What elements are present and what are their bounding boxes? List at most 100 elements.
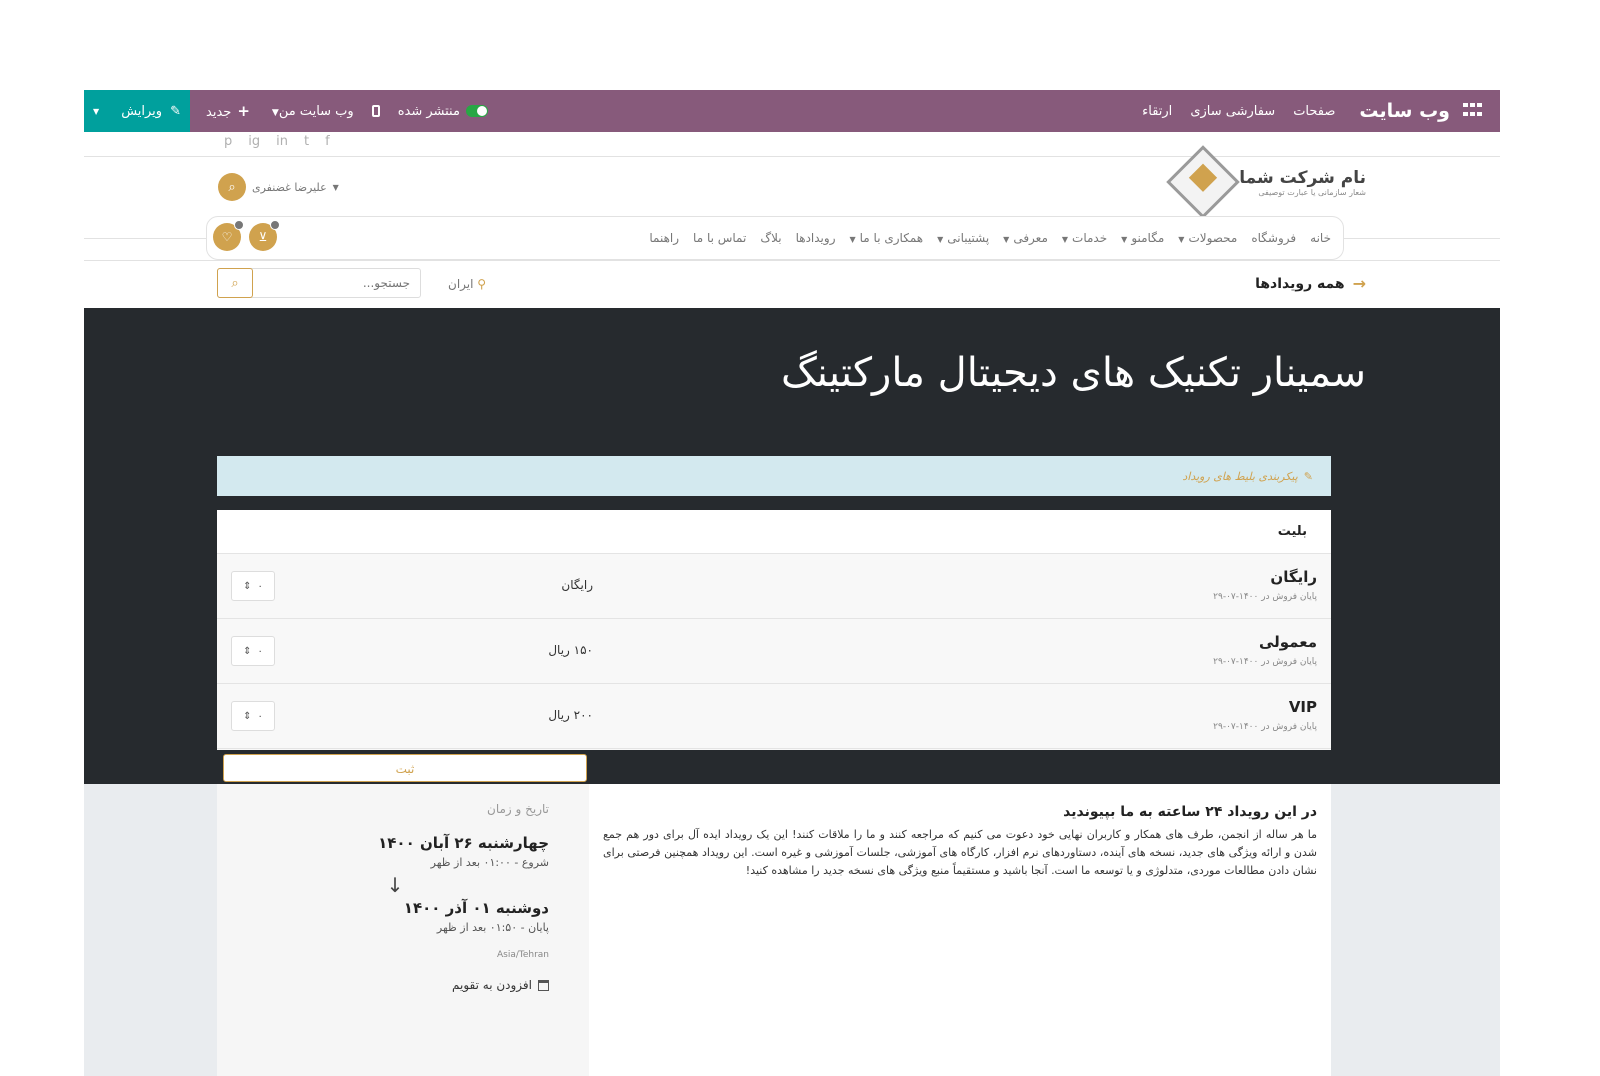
admin-menu: صفحات سفارشی سازی ارتقاء	[1142, 104, 1335, 119]
my-website-dropdown[interactable]: وب سایت من▼	[268, 104, 354, 119]
nav-item[interactable]: معرفی▼	[1003, 231, 1048, 245]
nav-item-label: فروشگاه	[1251, 231, 1297, 245]
caret-down-icon: ▼	[1121, 235, 1128, 244]
company-logo[interactable]: نام شرکت شما شعار سازمانی یا عبارت توصیف…	[1166, 145, 1366, 219]
arrow-down-icon: ↓	[386, 873, 404, 897]
logo-mark-icon	[1166, 145, 1241, 219]
linkedin-icon[interactable]: in	[276, 134, 288, 149]
caret-down-icon: ▼	[937, 235, 944, 244]
wishlist-badge	[234, 220, 244, 230]
toggle-switch-icon	[465, 105, 488, 117]
nav-item[interactable]: مگامنو▼	[1121, 231, 1164, 245]
arrow-right-icon: →	[1352, 274, 1366, 293]
nav-item-label: محصولات	[1188, 231, 1238, 245]
plus-icon: +	[237, 102, 250, 120]
search-circle-icon[interactable]: ⌕	[218, 173, 246, 201]
twitter-icon[interactable]: t	[304, 134, 309, 149]
register-button[interactable]: ثبت	[223, 754, 587, 782]
caret-down-icon[interactable]: ▼	[93, 107, 99, 116]
admin-brand[interactable]: وب سایت	[1359, 100, 1450, 122]
configure-tickets-label: پیکربندی بلیط های رویداد	[1182, 469, 1298, 483]
nav-item[interactable]: محصولات▼	[1178, 231, 1237, 245]
caret-down-icon: ▼	[849, 235, 856, 244]
location-label: ایران	[448, 277, 474, 291]
new-label: جدید	[206, 105, 232, 120]
configure-tickets-alert[interactable]: ✎ پیکربندی بلیط های رویداد	[217, 456, 1331, 496]
add-to-calendar-link[interactable]: افزودن به تقویم	[241, 978, 549, 992]
sort-arrows-icon: ⇕	[243, 645, 252, 657]
all-events-link[interactable]: → همه رویدادها	[1255, 274, 1366, 293]
end-date: دوشنبه ۰۱ آذر ۱۴۰۰	[403, 899, 549, 917]
nav-item[interactable]: پشتیبانی▼	[937, 231, 989, 245]
timezone: Asia/Tehran	[496, 950, 549, 960]
nav-item[interactable]: رویدادها	[796, 231, 836, 245]
datetime-card: تاریخ و زمان چهارشنبه ۲۶ آبان ۱۴۰۰ شروع …	[217, 784, 589, 1076]
start-date: چهارشنبه ۲۶ آبان ۱۴۰۰	[378, 834, 549, 852]
quantity-select[interactable]: ⇕ ۰	[231, 636, 275, 666]
website-frame: وب سایت صفحات سفارشی سازی ارتقاء منتشر ش…	[84, 90, 1500, 1076]
company-tagline: شعار سازمانی یا عبارت توصیفی	[1258, 187, 1366, 197]
nav-item-label: مگامنو	[1131, 231, 1165, 245]
caret-down-icon: ▼	[332, 182, 339, 192]
instagram-icon[interactable]: ig	[248, 134, 260, 149]
quantity-value: ۰	[257, 710, 263, 722]
divider	[84, 260, 1500, 261]
wishlist-icon[interactable]: ♡	[213, 220, 244, 251]
nav-item[interactable]: راهنما	[649, 231, 679, 245]
new-button[interactable]: + جدید	[206, 102, 250, 120]
nav-item[interactable]: فروشگاه	[1251, 231, 1296, 245]
map-pin-icon: ⚲	[477, 277, 487, 291]
nav-item-label: بلاگ	[760, 231, 782, 245]
user-menu[interactable]: ⌕ علیرضا غضنفری ▼	[218, 173, 339, 201]
search-icon[interactable]: ⌕	[217, 268, 253, 298]
ticket-table: بلیت رایگان پایان فروش در ۱۴۰۰-۰۷-۲۹ رای…	[217, 510, 1331, 750]
nav-item[interactable]: خدمات▼	[1062, 231, 1107, 245]
cart-badge	[270, 220, 280, 230]
event-title: سمینار تکنیک های دیجیتال مارکتینگ	[780, 350, 1366, 396]
ticket-name: رایگان	[1270, 568, 1317, 586]
location-filter[interactable]: ⚲ ایران	[448, 277, 486, 291]
table-row: معمولی پایان فروش در ۱۴۰۰-۰۷-۲۹ ۱۵۰ ریال…	[217, 619, 1331, 684]
nav-item[interactable]: خانه	[1310, 231, 1331, 245]
pencil-icon: ✎	[1303, 469, 1313, 483]
nav-item[interactable]: همکاری با ما▼	[849, 231, 923, 245]
my-website-label: وب سایت من	[278, 103, 354, 119]
sort-arrows-icon: ⇕	[243, 710, 252, 722]
pencil-icon: ✎	[170, 103, 181, 119]
logo-text: نام شرکت شما شعار سازمانی یا عبارت توصیف…	[1239, 168, 1366, 197]
published-toggle[interactable]: منتشر شده	[398, 104, 488, 119]
mobile-preview-icon[interactable]	[371, 105, 380, 117]
calendar-icon	[538, 979, 549, 991]
nav-item[interactable]: بلاگ	[760, 231, 781, 245]
ticket-table-header: بلیت	[217, 510, 1331, 554]
nav-item-label: همکاری با ما	[859, 231, 924, 245]
edit-label: ویرایش	[121, 103, 163, 119]
ticket-name: VIP	[1288, 698, 1317, 716]
quantity-select[interactable]: ⇕ ۰	[231, 571, 275, 601]
all-events-label: همه رویدادها	[1255, 275, 1345, 292]
apps-grid-icon[interactable]	[1460, 103, 1482, 119]
social-links: p ig in t f	[224, 134, 330, 149]
nav-list: خانه فروشگاه محصولات▼ مگامنو▼ خدمات▼ معرفی▼ پش…	[649, 231, 1331, 245]
nav-item-label: معرفی	[1013, 231, 1048, 245]
ticket-sale-end: پایان فروش در ۱۴۰۰-۰۷-۲۹	[1213, 592, 1317, 602]
company-name: نام شرکت شما	[1239, 167, 1366, 188]
nav-item-label: خانه	[1310, 231, 1331, 245]
edit-button[interactable]: ✎ ویرایش ▼	[84, 90, 190, 132]
admin-menu-upgrade[interactable]: ارتقاء	[1142, 104, 1172, 119]
cart-icon[interactable]: ⊻	[249, 220, 280, 251]
quantity-select[interactable]: ⇕ ۰	[231, 701, 275, 731]
nav-item[interactable]: تماس با ما	[693, 231, 746, 245]
admin-menu-pages[interactable]: صفحات	[1293, 104, 1335, 119]
nav-item-label: رویدادها	[795, 231, 836, 245]
facebook-icon[interactable]: f	[325, 134, 330, 149]
published-label: منتشر شده	[397, 103, 460, 119]
search-input[interactable]	[253, 269, 420, 297]
caret-down-icon: ▼	[1178, 235, 1185, 244]
description-heading: در این رویداد ۲۴ ساعته به ما بپیوندید	[1063, 804, 1317, 820]
pinterest-icon[interactable]: p	[224, 134, 232, 149]
table-row: VIP پایان فروش در ۱۴۰۰-۰۷-۲۹ ۲۰۰ ریال ⇕ ۰	[217, 684, 1331, 749]
admin-tools: منتشر شده وب سایت من▼ + جدید	[206, 102, 488, 120]
admin-menu-customize[interactable]: سفارشی سازی	[1190, 104, 1275, 119]
caret-down-icon: ▼	[271, 107, 279, 118]
